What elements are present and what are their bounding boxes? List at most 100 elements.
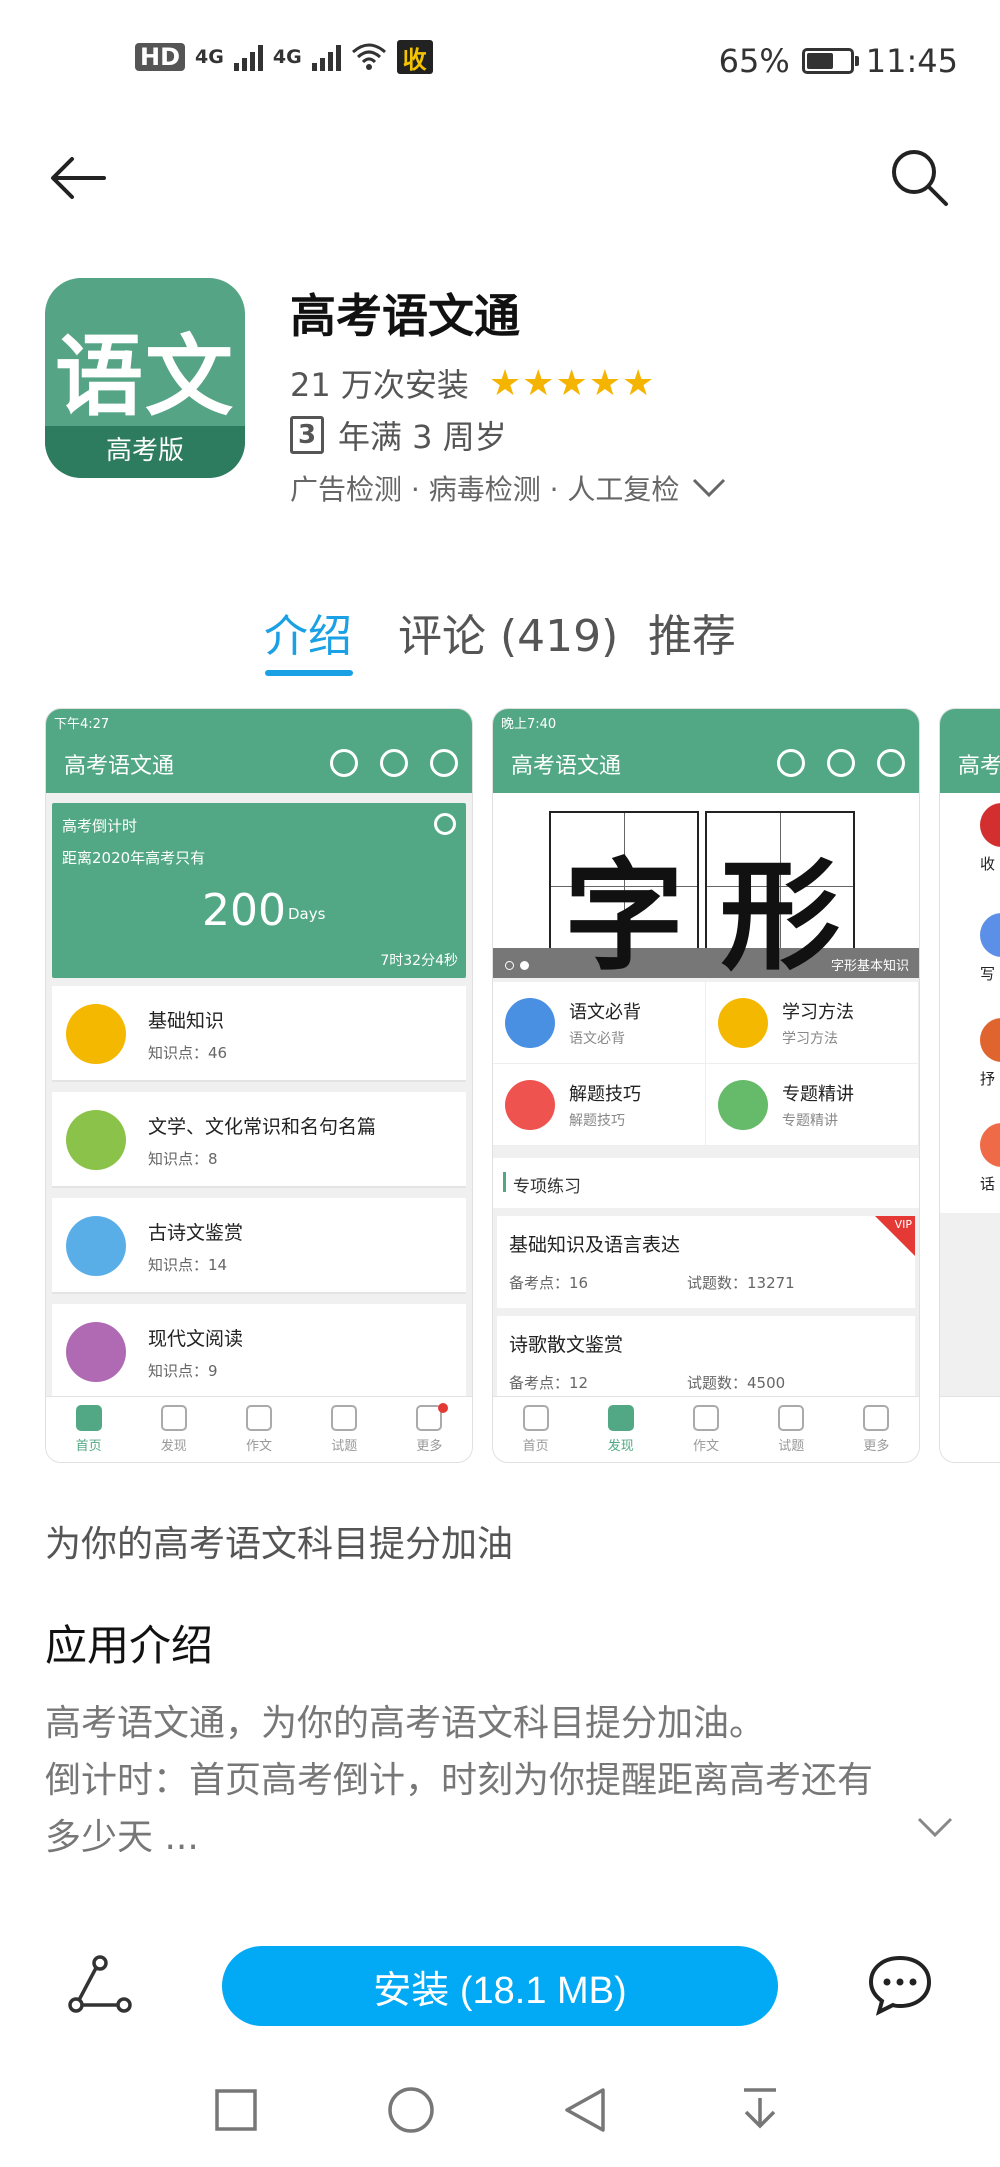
compass-icon — [607, 1405, 634, 1431]
back-button[interactable] — [38, 138, 118, 218]
books-icon — [66, 1322, 126, 1382]
tagline: 为你的高考语文科目提分加油 — [45, 1524, 514, 1565]
security-checks[interactable]: 广告检测 · 病毒检测 · 人工复检 — [290, 468, 727, 508]
list-item-title: 现代文阅读 — [148, 1328, 244, 1350]
practice-points: 备考点：12 — [509, 1374, 589, 1392]
shot-title: 高考语文通 — [64, 754, 175, 779]
tab-intro[interactable]: 介绍 — [264, 600, 352, 664]
banner-char: 字 — [564, 848, 684, 987]
expand-button[interactable] — [915, 1815, 955, 1843]
scroll-icon — [66, 1216, 126, 1276]
abc-icon — [66, 1004, 126, 1064]
clock: 11:45 — [865, 42, 958, 80]
char-box: 字 — [549, 811, 699, 987]
nav-more: 更多 — [834, 1397, 919, 1462]
pull-down-icon[interactable] — [740, 2086, 780, 2134]
section-header: 专项练习 — [493, 1158, 919, 1208]
list-item: 古诗文鉴赏 知识点：14 — [52, 1198, 466, 1294]
banner-char: 形 — [720, 848, 840, 987]
medal-icon — [505, 1080, 555, 1130]
recent-apps-icon[interactable] — [214, 2088, 258, 2132]
app-icon-band: 高考版 — [45, 426, 245, 478]
practice-item: VIP 基础知识及语言表达 备考点：16 试题数：13271 — [497, 1216, 915, 1308]
practice-item: 诗歌散文鉴赏 备考点：12 试题数：4500 — [497, 1316, 915, 1408]
shot-bottom-nav: 首页 发现 作文 试题 更多 — [46, 1396, 472, 1462]
practice-title: 诗歌散文鉴赏 — [509, 1334, 624, 1356]
notification-dot — [438, 1403, 449, 1413]
pencil-icon — [246, 1405, 272, 1431]
banner: 字 形 字形基本知识 — [493, 793, 919, 987]
shot-bottom-nav: 首页 发现 作文 试题 更多 — [493, 1396, 919, 1462]
home-icon — [522, 1405, 549, 1431]
nav-home: 首页 — [493, 1397, 578, 1462]
search-icon — [892, 150, 948, 206]
document-icon — [331, 1405, 358, 1431]
system-nav-bar — [0, 2060, 1000, 2167]
app-title: 高考语文通 — [290, 289, 520, 343]
grid-item: 语文必背 语文必背 — [493, 982, 706, 1064]
search-button[interactable] — [880, 138, 960, 218]
star-icon — [718, 1080, 768, 1130]
tab-recommend[interactable]: 推荐 — [648, 600, 736, 664]
screenshot-carousel[interactable]: 下午4:27 高考语文通 高考倒计时 距离2020年高考只有 200 Days … — [45, 708, 1000, 1463]
circle-icon — [980, 803, 1000, 847]
list-item-count: 知识点：14 — [148, 1256, 228, 1274]
nav-home: 首页 — [46, 1397, 131, 1462]
list-item-title: 文学、文化常识和名句名篇 — [148, 1116, 377, 1138]
screenshot-3[interactable]: 高考 收 写 抒 话 首页 — [939, 708, 1000, 1463]
book-icon — [66, 1110, 126, 1170]
tab-reviews[interactable]: 评论 (419) — [398, 600, 618, 664]
download-icon — [380, 749, 408, 777]
shot-label: 写 — [980, 965, 996, 983]
list-item-title: 古诗文鉴赏 — [148, 1222, 244, 1244]
list-item: 现代文阅读 知识点：9 — [52, 1304, 466, 1400]
app-icon: 语文 高考版 — [45, 278, 245, 478]
list-item: 基础知识 知识点：46 — [52, 986, 466, 1082]
app-installs: 21 万次安装 ★★★★★ — [290, 360, 655, 406]
chevron-down-icon — [693, 478, 726, 498]
wifi-icon — [351, 43, 386, 70]
nav-discover: 发现 — [131, 1397, 216, 1462]
nav-tests: 试题 — [749, 1397, 834, 1462]
bulb-icon — [718, 998, 768, 1048]
nav-essay: 作文 — [663, 1397, 748, 1462]
signal-icon-2 — [311, 43, 341, 71]
shot-status-bar — [940, 709, 1000, 735]
share-button[interactable] — [60, 1945, 140, 2025]
intro-description[interactable]: 高考语文通，为你的高考语文科目提分加油。 倒计时：首页高考倒计，时刻为你提醒距离… — [45, 1695, 945, 1866]
grid-item: 专题精讲 专题精讲 — [706, 1064, 919, 1146]
countdown-subtitle: 距离2020年高考只有 — [62, 849, 206, 867]
home-circle-icon[interactable] — [387, 2086, 435, 2134]
age-text: 年满 3 周岁 — [338, 418, 507, 456]
install-count: 21 万次安装 — [290, 366, 469, 404]
countdown-unit: Days — [288, 905, 326, 923]
share-icon — [68, 1955, 132, 2013]
pencil-icon — [693, 1405, 719, 1431]
comment-button[interactable] — [860, 1945, 940, 2025]
security-checks-text: 广告检测 · 病毒检测 · 人工复检 — [290, 473, 680, 506]
screenshot-2[interactable]: 晚上7:40 高考语文通 字 形 字形基本知识 语文必背 语文必背 学习方法 学习方… — [492, 708, 920, 1463]
nav-essay: 作文 — [216, 1397, 301, 1462]
practice-title: 基础知识及语言表达 — [509, 1234, 681, 1256]
chevron-down-icon — [917, 1817, 953, 1838]
app-icon-text: 语文 — [54, 325, 235, 428]
shot-title: 高考语文通 — [511, 754, 622, 779]
shot-header: 高考语文通 — [46, 735, 472, 793]
notification-badge: 收 — [396, 40, 433, 74]
shot-label: 收 — [980, 855, 996, 873]
print-icon — [877, 749, 905, 777]
nav-home: 首页 — [940, 1397, 1000, 1462]
search-icon — [777, 749, 805, 777]
grid-item: 学习方法 学习方法 — [706, 982, 919, 1064]
tab-indicator — [265, 670, 353, 676]
install-button[interactable]: 安装 (18.1 MB) — [222, 1946, 778, 2026]
grid-icon — [863, 1405, 890, 1431]
signal-icon — [233, 43, 263, 71]
practice-questions: 试题数：13271 — [687, 1274, 795, 1292]
grid-item: 解题技巧 解题技巧 — [493, 1064, 706, 1146]
hd-badge: HD — [135, 43, 186, 71]
screenshot-1[interactable]: 下午4:27 高考语文通 高考倒计时 距离2020年高考只有 200 Days … — [45, 708, 473, 1463]
vip-label: VIP — [894, 1218, 912, 1231]
back-triangle-icon[interactable] — [563, 2086, 607, 2134]
feature-grid: 语文必背 语文必背 学习方法 学习方法 解题技巧 解题技巧 专题精讲 专题精讲 — [493, 982, 919, 1146]
